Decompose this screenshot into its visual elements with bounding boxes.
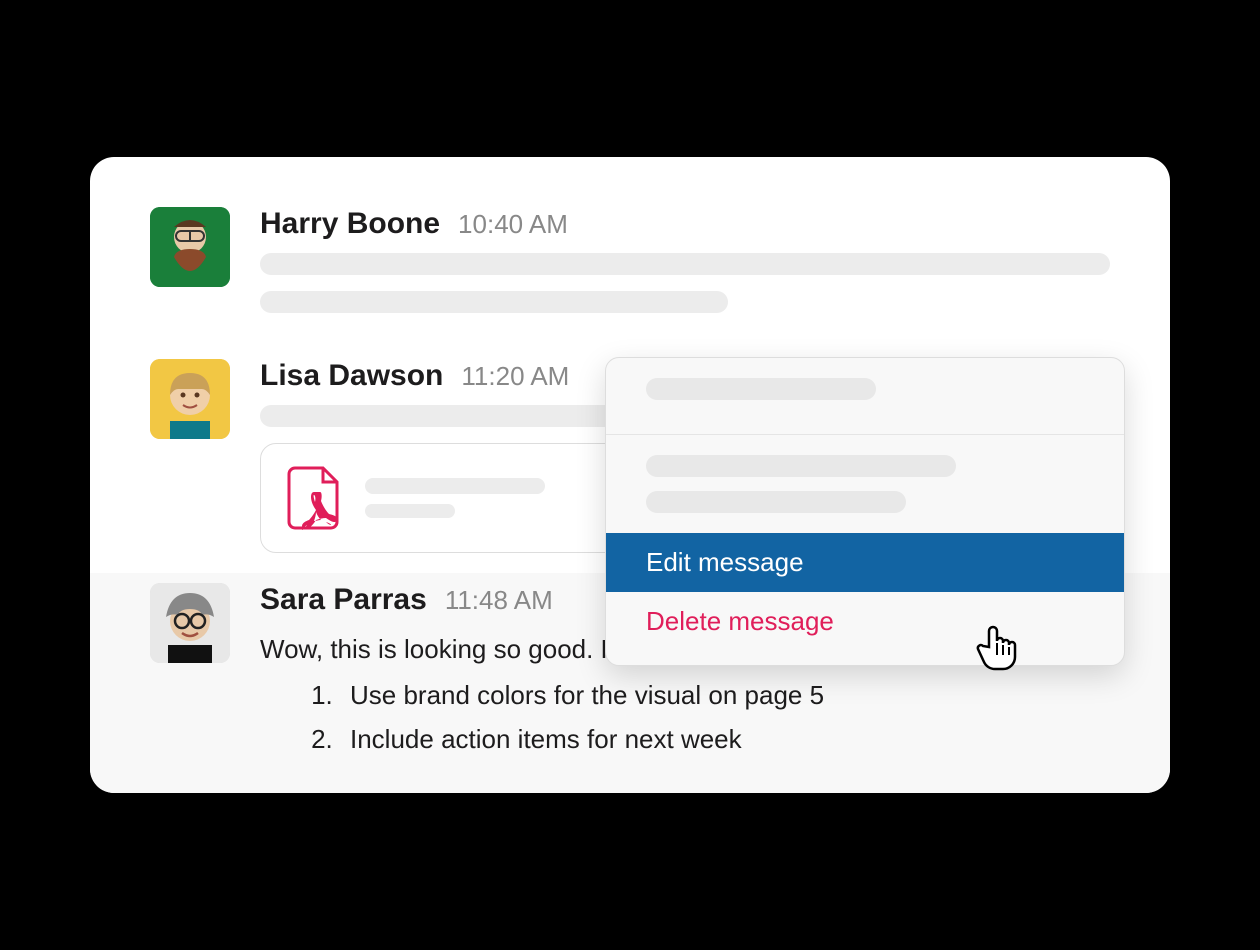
list-item: Use brand colors for the visual on page … [340,675,1110,715]
delete-message-menuitem[interactable]: Delete message [606,592,1124,651]
message-time: 10:40 AM [458,209,568,240]
attachment-title-placeholder [365,478,545,494]
message-time: 11:20 AM [461,361,569,392]
menu-item-placeholder[interactable] [646,491,906,513]
menu-item-placeholder[interactable] [646,455,956,477]
message-body: Harry Boone 10:40 AM [260,207,1110,329]
message-list: Use brand colors for the visual on page … [260,675,1110,760]
text-placeholder [260,253,1110,275]
avatar[interactable] [150,583,230,663]
chat-panel: Harry Boone 10:40 AM Lisa Dawson 11:20 A… [90,157,1170,794]
author-name[interactable]: Sara Parras [260,583,427,617]
message-context-menu: Edit message Delete message [605,357,1125,666]
pointer-cursor-icon [969,617,1025,673]
list-item: Include action items for next week [340,719,1110,759]
menu-item-placeholder[interactable] [646,378,876,400]
edit-message-menuitem[interactable]: Edit message [606,533,1124,592]
pdf-icon [287,466,341,530]
text-placeholder [260,291,728,313]
author-name[interactable]: Harry Boone [260,207,440,241]
menu-section [606,435,1124,533]
message-time: 11:48 AM [445,585,553,616]
author-name[interactable]: Lisa Dawson [260,359,443,393]
avatar[interactable] [150,207,230,287]
attachment-sub-placeholder [365,504,455,518]
menu-section [606,358,1124,434]
message-row: Harry Boone 10:40 AM [90,197,1170,349]
avatar[interactable] [150,359,230,439]
